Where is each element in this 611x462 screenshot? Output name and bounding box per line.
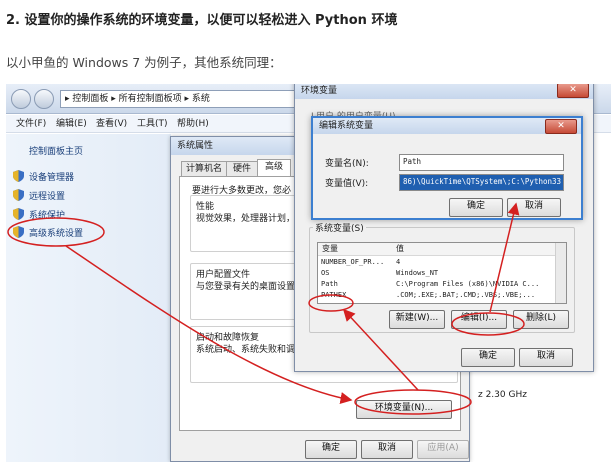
highlight-env-button xyxy=(354,389,472,415)
highlight-advanced-settings xyxy=(7,217,105,247)
article-heading: 2. 设置你的操作系统的环境变量，以便可以轻松进入 Python 环境 xyxy=(6,13,398,28)
arrow-to-path-row xyxy=(342,308,419,391)
highlight-edit-button xyxy=(451,312,525,336)
windows-screenshot: ▸ 控制面板 ▸ 所有控制面板项 ▸ 系统 文件(F) 编辑(E) 查看(V) … xyxy=(6,84,611,462)
arrow-to-value-field xyxy=(489,202,520,313)
arrow-to-env-button xyxy=(65,245,353,404)
article-intro: 以小甲鱼的 Windows 7 为例子，其他系统同理： xyxy=(6,55,282,70)
highlight-path-row xyxy=(308,294,354,312)
annotation-overlay xyxy=(7,202,525,415)
